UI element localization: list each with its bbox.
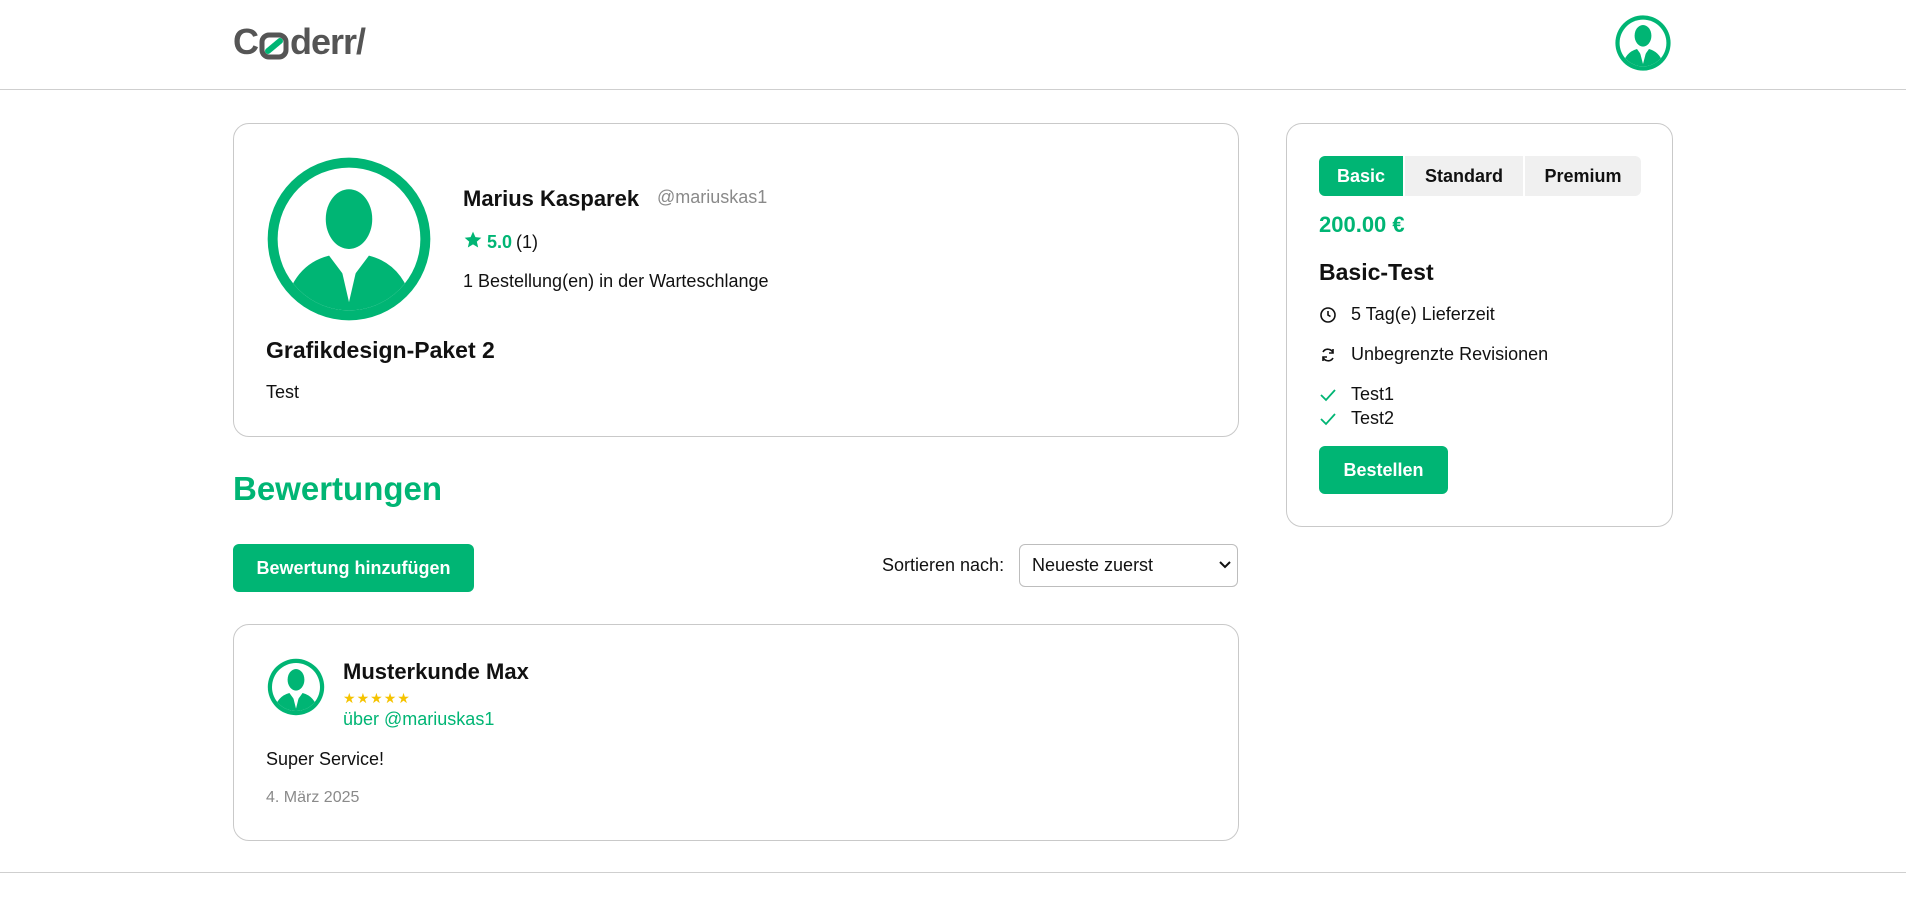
delivery-time-row: 5 Tag(e) Lieferzeit xyxy=(1319,304,1495,325)
package-title: Basic-Test xyxy=(1319,259,1434,285)
review-date: 4. März 2025 xyxy=(266,789,360,806)
logo-text-end: derr/ xyxy=(290,21,366,62)
logo-text-start: C xyxy=(233,21,259,62)
chevron-down-icon xyxy=(1217,556,1233,572)
clock-icon xyxy=(1319,306,1337,324)
offer-title: Grafikdesign-Paket 2 xyxy=(266,337,495,363)
seller-avatar-icon xyxy=(266,156,432,322)
offer-detail-card: Marius Kasparek @mariuskas1 5.0 (1) 1 Be… xyxy=(233,123,1239,437)
sort-label: Sortieren nach: xyxy=(882,555,1005,575)
reviewer-name: Musterkunde Max xyxy=(343,659,529,684)
order-button[interactable]: Bestellen xyxy=(1319,446,1448,494)
rating-value: 5.0 xyxy=(487,232,513,252)
tab-standard[interactable]: Standard xyxy=(1405,156,1523,196)
check-icon xyxy=(1319,386,1337,404)
feature-text: Test2 xyxy=(1351,408,1395,428)
revisions-row: Unbegrenzte Revisionen xyxy=(1319,344,1548,365)
star-icon: ★ xyxy=(397,690,410,706)
check-icon xyxy=(1319,410,1337,428)
refresh-icon xyxy=(1319,346,1337,364)
sort-selected-value: Neueste zuerst xyxy=(1032,555,1154,575)
star-icon: ★ xyxy=(383,690,397,706)
feature-item: Test1 xyxy=(1319,384,1394,405)
reviews-heading: Bewertungen xyxy=(233,470,443,507)
package-price: 200.00 € xyxy=(1319,212,1405,237)
review-stars: ★ ★ ★ ★ ★ xyxy=(343,691,410,705)
package-tabs: Basic Standard Premium xyxy=(1319,156,1641,196)
star-icon: ★ xyxy=(343,690,356,706)
user-avatar-icon[interactable] xyxy=(1613,13,1673,73)
add-review-button[interactable]: Bewertung hinzufügen xyxy=(233,544,474,592)
review-text: Super Service! xyxy=(266,749,385,769)
review-about-link[interactable]: über @mariuskas1 xyxy=(343,709,494,730)
seller-rating: 5.0 (1) xyxy=(463,230,538,255)
rating-count: (1) xyxy=(516,232,539,252)
feature-text: Test1 xyxy=(1351,384,1395,404)
logo-o-mark-icon xyxy=(259,27,289,60)
star-icon: ★ xyxy=(356,690,370,706)
review-card: Musterkunde Max ★ ★ ★ ★ ★ über @mariuska… xyxy=(233,624,1239,841)
coderr-logo[interactable]: C derr/ xyxy=(233,21,366,62)
package-card: Basic Standard Premium 200.00 € Basic-Te… xyxy=(1286,123,1673,527)
footer-divider xyxy=(0,872,1906,873)
star-icon: ★ xyxy=(370,690,383,706)
order-queue-text: 1 Bestellung(en) in der Warteschlange xyxy=(463,271,769,291)
sort-select[interactable]: Neueste zuerst xyxy=(1019,544,1238,587)
tab-basic[interactable]: Basic xyxy=(1319,156,1403,196)
seller-handle: @mariuskas1 xyxy=(657,187,768,207)
seller-name[interactable]: Marius Kasparek xyxy=(463,186,639,212)
tab-premium[interactable]: Premium xyxy=(1525,156,1641,196)
top-header: C derr/ xyxy=(0,0,1906,90)
star-icon xyxy=(463,230,483,255)
delivery-time-text: 5 Tag(e) Lieferzeit xyxy=(1351,304,1495,324)
offer-description: Test xyxy=(266,382,300,402)
reviewer-avatar-icon xyxy=(266,657,326,717)
revisions-text: Unbegrenzte Revisionen xyxy=(1351,344,1549,364)
feature-item: Test2 xyxy=(1319,408,1394,429)
